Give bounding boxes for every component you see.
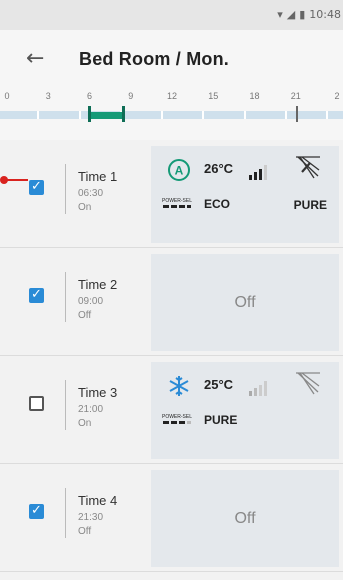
- snowflake-icon: [169, 376, 189, 396]
- timer-name: Time 1: [78, 169, 118, 184]
- status-bar: ▾ ◢ ▮ 10:48: [0, 0, 343, 30]
- timeline-track: [0, 111, 343, 119]
- timeline-tick-label: 2: [334, 91, 340, 101]
- timer-time: 21:00: [78, 404, 104, 415]
- timer-state: On: [78, 418, 92, 429]
- timer-time: 09:00: [78, 296, 104, 307]
- app-bar: ← Bed Room / Mon.: [0, 30, 343, 88]
- card-off-label: Off: [234, 293, 256, 311]
- timer-row[interactable]: ✓ Time 2 09:00 Off Off: [0, 248, 343, 356]
- check-icon: ✓: [31, 287, 42, 302]
- auto-mode-icon: A: [168, 159, 190, 181]
- row-separator: [0, 571, 343, 572]
- timer-settings-card[interactable]: 25°C POWER-SEL PURE: [151, 362, 339, 459]
- timeline-tick-label: 21: [290, 91, 301, 101]
- timer-settings-card[interactable]: A 26°C POWER-SEL ECO PURE: [151, 146, 339, 243]
- timeline-track-divider: [243, 111, 246, 119]
- timeline-active-segment[interactable]: [89, 112, 124, 119]
- power-sel-icon: POWER-SEL: [162, 198, 192, 208]
- row-divider-line: [65, 272, 66, 322]
- timeline-tick-label: 6: [86, 91, 93, 101]
- timeline-track-divider: [202, 111, 205, 119]
- segment-start-handle[interactable]: [88, 106, 92, 122]
- svg-text:A: A: [175, 164, 184, 178]
- cell-signal-icon: ◢: [286, 8, 296, 21]
- swing-icon: [296, 156, 320, 179]
- swing-icon: [296, 372, 320, 395]
- timeline-track-divider: [326, 111, 328, 119]
- timer-checkbox[interactable]: ✓: [29, 503, 44, 519]
- row-divider-line: [65, 488, 66, 538]
- check-icon: ✓: [31, 503, 42, 518]
- back-button[interactable]: ←: [26, 46, 44, 71]
- timer-settings-card[interactable]: Off: [151, 254, 339, 351]
- timer-state: Off: [78, 526, 92, 537]
- timeline-tick-label: 12: [166, 91, 178, 101]
- timer-checkbox[interactable]: ✓: [29, 179, 44, 195]
- timeline-track-divider: [78, 111, 81, 119]
- timeline-track-divider: [37, 111, 40, 119]
- temperature-value: 25°C: [204, 377, 234, 392]
- power-sel-icon: POWER-SEL: [162, 414, 192, 424]
- card-mode-label: PURE: [204, 413, 238, 427]
- page-title: Bed Room / Mon.: [79, 49, 229, 69]
- card-mode-label: ECO: [204, 197, 231, 211]
- fan-speed-icon: [249, 381, 267, 396]
- timeline-tick-label: 15: [208, 91, 219, 101]
- timer-time: 06:30: [78, 188, 104, 199]
- timeline-tick-label: 0: [4, 91, 10, 101]
- row-divider-line: [65, 380, 66, 430]
- timer-checkbox[interactable]: [29, 396, 44, 411]
- status-icons: ▾ ◢ ▮ 10:48: [277, 8, 341, 21]
- timeline-tick-label: 9: [128, 91, 134, 101]
- row-divider-line: [65, 164, 66, 214]
- timeline-tick-label: 3: [45, 91, 51, 101]
- card-pure-label: PURE: [293, 198, 327, 212]
- timeline-tick-label: 18: [249, 91, 260, 101]
- timeline-track-divider: [284, 111, 287, 119]
- temperature-value: 26°C: [204, 161, 234, 176]
- timer-row[interactable]: ✓ Time 1 06:30 On A 26°C POWER-SEL ECO P…: [0, 140, 343, 248]
- timer-settings-card[interactable]: Off: [151, 470, 339, 567]
- wifi-icon: ▾: [277, 8, 283, 21]
- timeline-track-divider: [161, 111, 163, 119]
- timer-row[interactable]: Time 3 21:00 On 25°C POWER-SEL PURE: [0, 356, 343, 464]
- timeline: 0 3 6 9 12 15 18 21 2: [0, 88, 343, 140]
- arrow-left-icon: ←: [26, 46, 45, 71]
- timeline-marker[interactable]: [295, 106, 298, 122]
- timer-name: Time 3: [78, 385, 118, 400]
- check-icon: ✓: [31, 179, 42, 194]
- timer-name: Time 4: [78, 493, 118, 508]
- segment-end-handle[interactable]: [121, 106, 125, 122]
- timer-state: Off: [78, 310, 92, 321]
- timer-checkbox[interactable]: ✓: [29, 287, 44, 303]
- timer-state: On: [78, 202, 92, 213]
- timer-row[interactable]: ✓ Time 4 21:30 Off Off: [0, 464, 343, 572]
- fan-speed-icon: [249, 165, 267, 180]
- clock-time: 10:48: [309, 8, 341, 21]
- card-off-label: Off: [234, 509, 256, 527]
- svg-text:POWER-SEL: POWER-SEL: [162, 198, 192, 204]
- timer-name: Time 2: [78, 277, 118, 292]
- svg-text:POWER-SEL: POWER-SEL: [162, 414, 192, 420]
- battery-icon: ▮: [299, 8, 306, 21]
- timer-time: 21:30: [78, 512, 104, 523]
